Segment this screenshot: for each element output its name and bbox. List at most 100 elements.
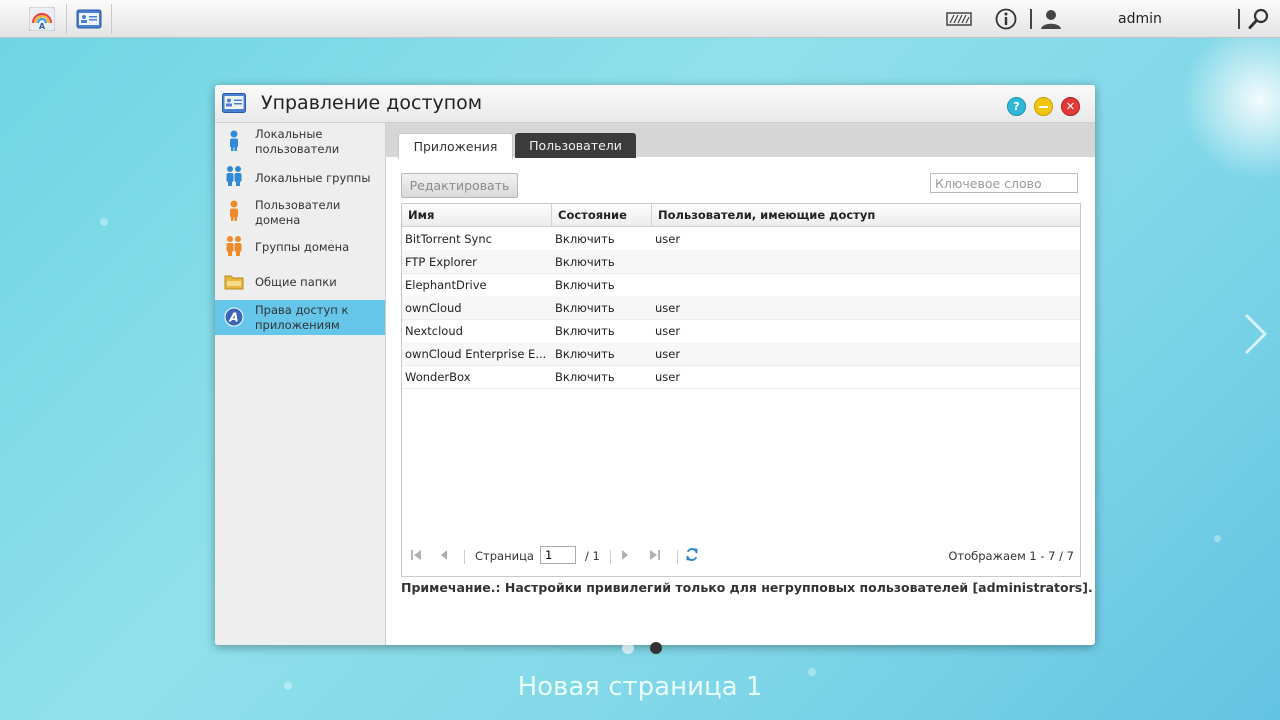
user-menu[interactable]: admin [1040, 0, 1162, 37]
background-bokeh [1214, 535, 1221, 542]
home-button[interactable]: A [20, 0, 64, 37]
sidebar-item-local-groups[interactable]: Локальные группы [215, 161, 385, 195]
cell-users [655, 250, 1075, 273]
top-right-controls [946, 0, 972, 37]
cell-state: Включить [555, 300, 615, 315]
svg-text:A: A [39, 22, 46, 31]
search-icon[interactable] [1248, 8, 1270, 30]
page-indicator-dot[interactable] [622, 642, 634, 654]
cell-name: BitTorrent Sync [405, 231, 492, 246]
first-page-glyph [411, 550, 421, 560]
tab-users[interactable]: Пользователи [515, 133, 636, 158]
cell-name: ownCloud Enterprise E... [405, 346, 547, 361]
sidebar-item-domain-groups[interactable]: Группы домена [215, 230, 385, 265]
top-bar: A admin [0, 0, 1280, 38]
background-bokeh [100, 218, 108, 226]
page-number-input[interactable] [540, 546, 576, 564]
table-header: Имя Состояние Пользователи, имеющие дост… [402, 204, 1080, 227]
pager-divider [464, 550, 465, 564]
table-row[interactable]: ownCloud Enterprise E... Включить user [402, 342, 1080, 366]
privileges-note: Примечание.: Настройки привилегий только… [401, 580, 1093, 595]
cell-name: ownCloud [405, 300, 462, 315]
sidebar-item-label: Пользователи домена [255, 197, 341, 227]
next-page-arrow-icon[interactable] [1243, 312, 1269, 356]
cell-users: user [655, 323, 681, 338]
cell-name: FTP Explorer [405, 254, 477, 269]
refresh-icon[interactable] [685, 547, 699, 561]
cell-name: ElephantDrive [405, 277, 487, 292]
cell-users: user [655, 369, 681, 384]
cell-state: Включить [555, 369, 615, 384]
last-page-icon[interactable] [648, 548, 662, 562]
table-row[interactable]: FTP Explorer Включить [402, 250, 1080, 274]
window-title: Управление доступом [261, 92, 483, 114]
toolbar-divider [111, 4, 112, 34]
app-access-icon: A [224, 307, 244, 327]
page-indicator-dot-active[interactable] [650, 642, 662, 654]
table-row[interactable]: BitTorrent Sync Включить user [402, 227, 1080, 251]
username-label[interactable]: admin [1118, 11, 1162, 27]
table-row[interactable]: ownCloud Включить user [402, 296, 1080, 320]
domain-group-icon [226, 236, 242, 256]
sidebar-item-domain-users[interactable]: Пользователи домена [215, 195, 385, 230]
cell-state: Включить [555, 277, 615, 292]
domain-user-icon [230, 200, 238, 221]
prev-page-icon[interactable] [437, 548, 451, 562]
sidebar-item-local-users[interactable]: Локальные пользователи [215, 123, 385, 161]
access-control-window: Управление доступом ? ✕ Локальные пользо… [215, 85, 1095, 645]
close-icon: ✕ [1065, 100, 1076, 113]
last-page-glyph [650, 550, 660, 560]
cell-state: Включить [555, 323, 615, 338]
svg-text:A: A [228, 311, 238, 325]
sidebar-item-shared-folders[interactable]: Общие папки [215, 265, 385, 300]
close-button[interactable]: ✕ [1061, 97, 1080, 116]
toolbar-divider [1238, 8, 1240, 29]
folder-icon [224, 275, 244, 290]
pagination-bar: Страница / 1 Отображаем 1 - 7 / 7 [402, 539, 1080, 573]
background-glow [1180, 20, 1280, 180]
window-titlebar[interactable]: Управление доступом ? ✕ [215, 85, 1095, 123]
pager-divider [677, 550, 678, 564]
first-page-icon[interactable] [409, 548, 423, 562]
cell-users: user [655, 300, 681, 315]
tab-applications[interactable]: Приложения [398, 133, 513, 159]
group-icon [226, 166, 242, 186]
cell-state: Включить [555, 231, 615, 246]
column-header-state[interactable]: Состояние [552, 204, 652, 226]
sidebar-item-label: Локальные пользователи [255, 127, 340, 156]
prev-page-glyph [441, 550, 447, 560]
id-card-icon [222, 93, 246, 113]
divider-group [1030, 0, 1032, 37]
table-row[interactable]: Nextcloud Включить user [402, 319, 1080, 343]
help-button[interactable]: ? [1007, 97, 1026, 116]
access-control-app-button[interactable] [67, 0, 111, 37]
tab-strip: Приложения Пользователи [386, 123, 1095, 159]
next-page-icon[interactable] [618, 548, 632, 562]
sidebar-item-label: Права доступ к приложениям [255, 302, 349, 332]
id-card-icon [76, 9, 102, 28]
cell-users: user [655, 231, 681, 246]
cell-name: Nextcloud [405, 323, 463, 338]
sidebar-item-label: Группы домена [255, 240, 350, 254]
edit-button[interactable]: Редактировать [401, 173, 518, 198]
user-silhouette-icon [1041, 9, 1061, 29]
sidebar-item-app-access[interactable]: A Права доступ к приложениям [215, 300, 385, 335]
minimize-button[interactable] [1034, 97, 1053, 116]
apps-table: Имя Состояние Пользователи, имеющие дост… [401, 203, 1081, 577]
cell-users [655, 273, 1075, 296]
table-row[interactable]: WonderBox Включить user [402, 365, 1080, 389]
cell-name: WonderBox [405, 369, 471, 384]
toolbar-divider [1030, 8, 1032, 29]
info-icon[interactable] [995, 8, 1017, 30]
user-icon [230, 130, 238, 151]
column-header-users[interactable]: Пользователи, имеющие доступ [652, 204, 1080, 226]
storage-status-icon[interactable] [946, 11, 972, 26]
table-row[interactable]: ElephantDrive Включить [402, 273, 1080, 297]
info-control [995, 0, 1017, 37]
column-header-name[interactable]: Имя [402, 204, 552, 226]
cell-state: Включить [555, 254, 615, 269]
sidebar: Локальные пользователи Локальные группы … [215, 123, 386, 645]
keyword-search-input[interactable] [930, 173, 1078, 193]
display-info: Отображаем 1 - 7 / 7 [948, 549, 1074, 563]
page-label: Страница [475, 549, 534, 563]
